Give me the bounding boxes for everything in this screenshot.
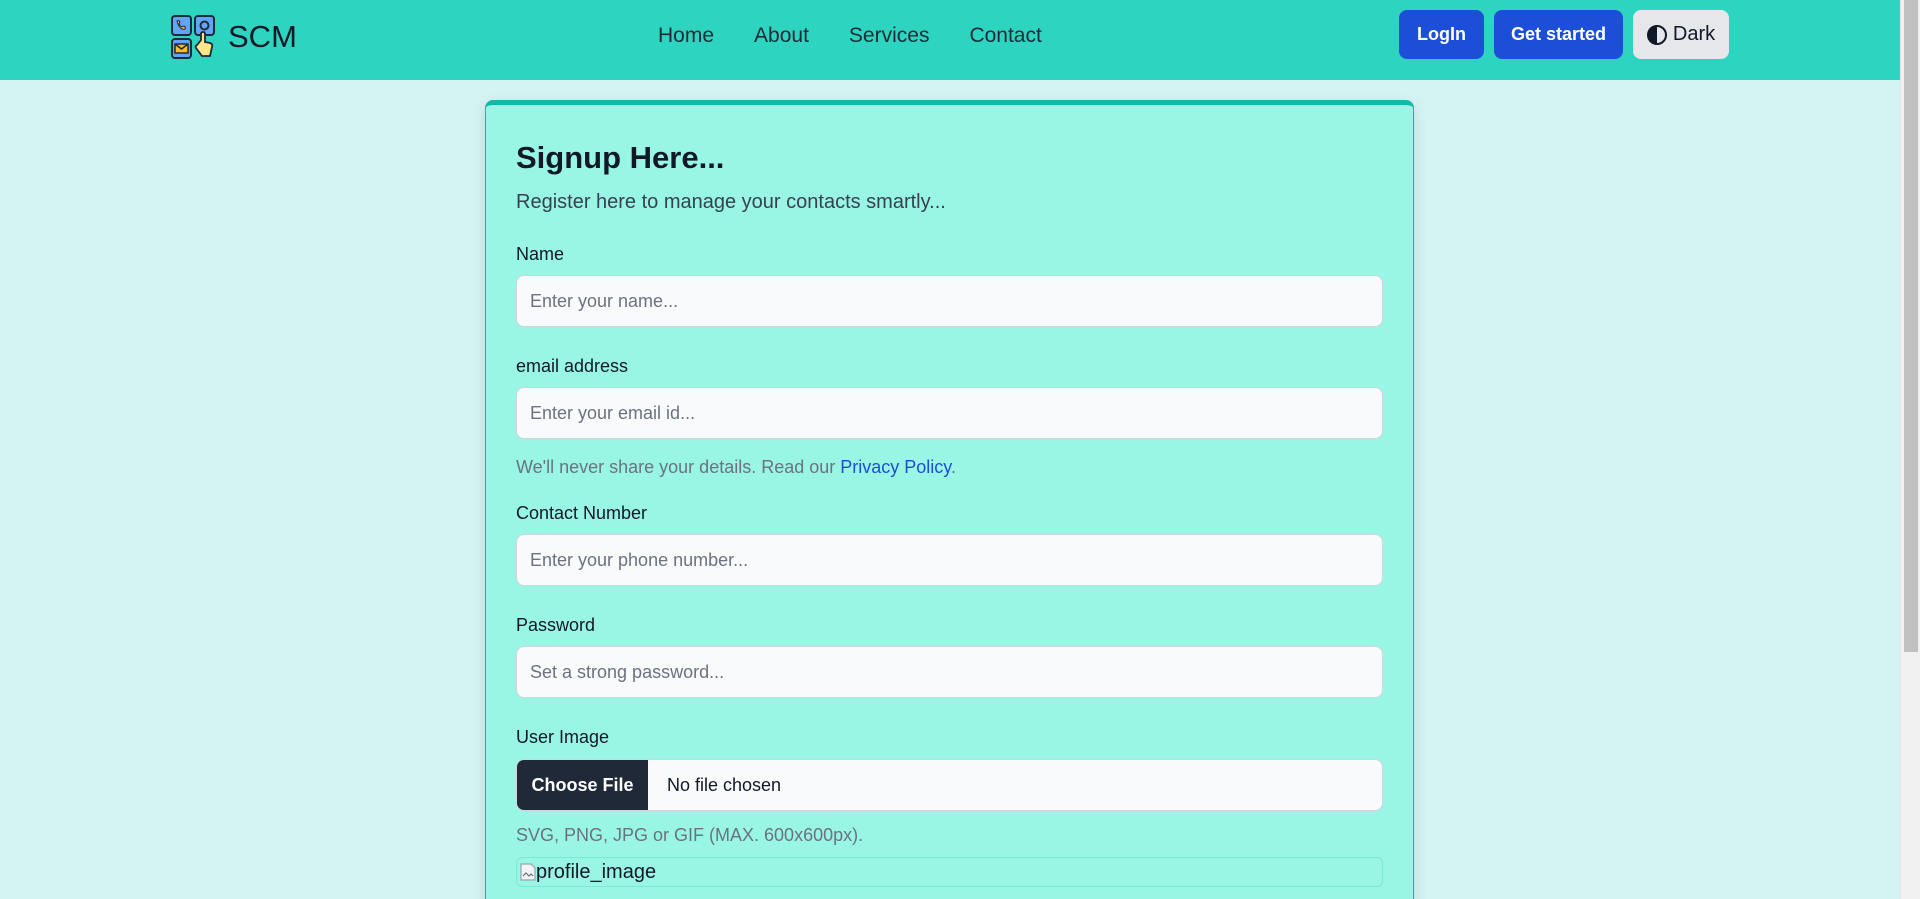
contact-logo-icon	[171, 15, 215, 59]
email-help-prefix: We'll never share your details. Read our	[516, 457, 841, 477]
theme-toggle-button[interactable]: Dark	[1633, 10, 1729, 59]
phone-input[interactable]	[516, 534, 1383, 586]
file-status: No file chosen	[667, 774, 782, 795]
theme-toggle-label: Dark	[1672, 23, 1716, 45]
profile-image-preview: profile_image	[516, 857, 1383, 887]
page-subtitle: Register here to manage your contacts sm…	[516, 191, 946, 213]
privacy-policy-link[interactable]: Privacy Policy	[840, 457, 951, 477]
login-button[interactable]: LogIn	[1399, 10, 1484, 59]
choose-file-button[interactable]: Choose File	[517, 760, 648, 810]
contrast-icon	[1646, 24, 1667, 45]
broken-image-icon	[520, 863, 536, 881]
email-help-suffix: .	[950, 457, 956, 477]
brand[interactable]: SCM	[170, 14, 297, 60]
image-help-text: SVG, PNG, JPG or GIF (MAX. 600x600px).	[516, 825, 864, 845]
signup-card: Signup Here... Register here to manage y…	[485, 100, 1414, 899]
nav-link-about[interactable]: About	[754, 24, 809, 48]
navbar: SCM Home About Services Contact LogIn Ge…	[0, 0, 1900, 80]
scrollbar-thumb[interactable]	[1904, 0, 1918, 652]
name-input[interactable]	[516, 275, 1383, 327]
email-label: email address	[516, 356, 629, 376]
profile-image-alt: profile_image	[536, 860, 657, 883]
page-scrollbar[interactable]	[1900, 0, 1920, 899]
nav-link-contact[interactable]: Contact	[969, 24, 1041, 48]
email-help-text: We'll never share your details. Read our…	[516, 457, 956, 478]
phone-label: Contact Number	[516, 503, 648, 523]
password-input[interactable]	[516, 646, 1383, 698]
get-started-button[interactable]: Get started	[1494, 10, 1623, 59]
user-image-label: User Image	[516, 727, 610, 747]
user-image-file-input[interactable]: Choose File No file chosen	[516, 759, 1383, 811]
name-label: Name	[516, 244, 565, 264]
brand-name: SCM	[228, 19, 297, 54]
nav-links: Home About Services Contact	[658, 24, 1042, 48]
password-label: Password	[516, 615, 596, 635]
nav-link-home[interactable]: Home	[658, 24, 714, 48]
email-input[interactable]	[516, 387, 1383, 439]
nav-link-services[interactable]: Services	[849, 24, 930, 48]
page-title: Signup Here...	[516, 140, 725, 175]
